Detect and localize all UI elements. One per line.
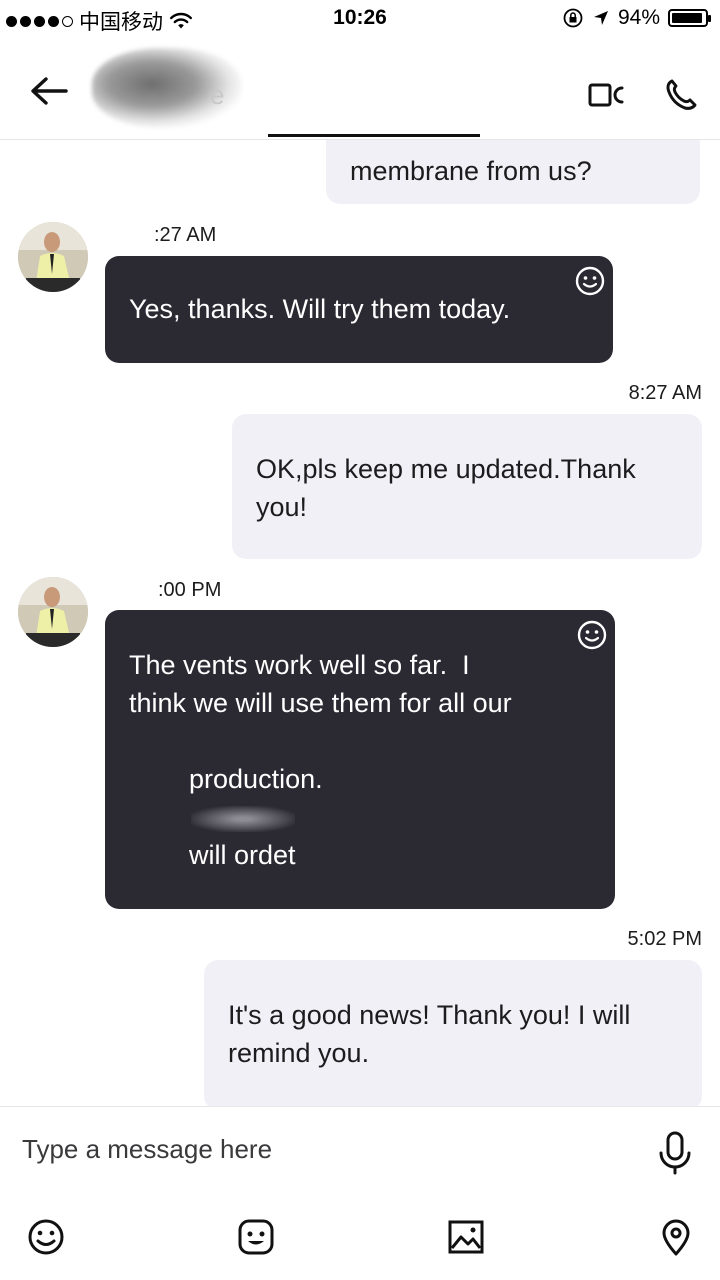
outgoing-message[interactable]: It's a good news! Thank you! I will remi… [204,960,702,1106]
message-text: It's a good news! Thank you! I will remi… [228,1000,631,1068]
battery-percent: 94% [617,6,660,29]
message-time: 8:27 AM [628,382,702,404]
message-text: Yes, thanks. Will try them today. [129,294,511,324]
avatar-image [18,222,88,292]
avatar[interactable] [18,222,88,292]
outgoing-message[interactable]: OK,pls keep me updated.Thank you! [232,414,702,559]
location-arrow-icon [593,11,608,25]
battery-level [672,13,703,23]
header-divider-bar [268,134,480,137]
orientation-lock-icon [563,8,583,28]
time-text: :00 PM [158,579,222,601]
message-line: will ordet [189,840,296,870]
message-text: OK,pls keep me updated.Thank you! [256,454,636,522]
message-time: :00 PM [158,579,221,602]
smiley-icon[interactable] [574,265,606,297]
incoming-message[interactable]: Yes, thanks. Will try them today. [105,256,613,363]
message-time: 5:02 PM [627,928,702,950]
microphone-icon[interactable] [656,1129,694,1177]
status-right: 94% [562,6,711,30]
phone-icon[interactable] [664,78,698,112]
status-bar: 中国移动 10:26 94% [0,0,720,38]
arrow-left-icon[interactable] [26,74,72,108]
message-line-row: production. will ordet [129,722,599,912]
sticker-icon[interactable] [236,1217,276,1257]
message-line: The vents work well so far. I [129,650,470,680]
chat-header: e [0,38,720,140]
video-camera-icon[interactable] [588,82,626,108]
location-pin-icon[interactable] [656,1217,696,1257]
avatar-image [18,577,88,647]
message-input[interactable] [22,1129,622,1169]
smiley-icon[interactable] [576,619,608,651]
avatar[interactable] [18,577,88,647]
time-text: :27 AM [154,224,217,246]
incoming-message[interactable]: The vents work well so far. I think we w… [105,610,615,1022]
contact-name-suffix: e [210,80,225,110]
redacted-text [191,805,296,832]
message-text: membrane from us? [350,156,592,186]
battery-icon [668,9,711,27]
contact-name[interactable]: e [92,48,242,128]
message-list[interactable]: membrane from us? :27 AM Yes, thanks. Wi… [0,140,720,1106]
smiley-icon[interactable] [26,1217,66,1257]
message-line: production. [189,764,323,794]
composer [0,1106,720,1280]
message-line: them in future. Please remind [129,916,497,946]
message-time: :27 AM [154,224,216,247]
image-icon[interactable] [446,1217,486,1257]
outgoing-message[interactable]: membrane from us? [326,140,700,204]
message-line: think we will use them for all our [129,688,512,718]
